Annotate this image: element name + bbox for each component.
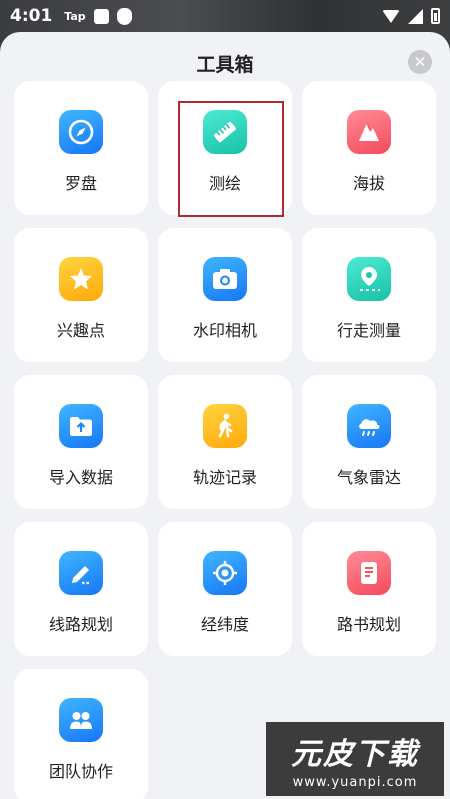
tool-label: 海拔 xyxy=(352,174,385,193)
tool-weather-radar[interactable]: 气象雷达 xyxy=(302,375,436,509)
pencil-icon xyxy=(59,551,103,595)
tool-team-collab[interactable]: 团队协作 xyxy=(14,669,148,799)
wifi-icon xyxy=(382,9,400,23)
rain-cloud-icon xyxy=(347,404,391,448)
tool-walk-measure[interactable]: 行走测量 xyxy=(302,228,436,362)
tool-label: 路书规划 xyxy=(336,615,401,634)
compass-icon xyxy=(59,110,103,154)
tool-import-data[interactable]: 导入数据 xyxy=(14,375,148,509)
walking-person-icon xyxy=(203,404,247,448)
tool-label: 轨迹记录 xyxy=(192,468,257,487)
tool-survey[interactable]: 测绘 xyxy=(158,81,292,217)
close-button[interactable]: ✕ xyxy=(408,50,432,74)
toolbox-sheet: 工具箱 ✕ 罗盘 测绘 海拔 兴趣点 水印相机 行走测量 导入数据 轨迹记录 气… xyxy=(0,32,450,799)
watermark-title: 元皮下载 xyxy=(291,736,419,772)
close-icon: ✕ xyxy=(413,53,427,71)
notification-app-icon xyxy=(93,8,109,24)
tool-label: 团队协作 xyxy=(48,762,113,781)
ruler-icon xyxy=(203,110,247,154)
tool-label: 测绘 xyxy=(208,174,241,193)
camera-icon xyxy=(203,257,247,301)
tool-altitude[interactable]: 海拔 xyxy=(302,81,436,215)
tool-route-plan[interactable]: 线路规划 xyxy=(14,522,148,656)
sheet-title: 工具箱 xyxy=(196,54,254,76)
location-pin-icon xyxy=(347,257,391,301)
tool-poi[interactable]: 兴趣点 xyxy=(14,228,148,362)
mountain-icon xyxy=(347,110,391,154)
team-icon xyxy=(59,698,103,742)
tool-track-record[interactable]: 轨迹记录 xyxy=(158,375,292,509)
tool-label: 兴趣点 xyxy=(56,321,105,340)
tool-roadbook-plan[interactable]: 路书规划 xyxy=(302,522,436,656)
tool-compass[interactable]: 罗盘 xyxy=(14,81,148,215)
battery-icon xyxy=(431,8,440,24)
site-watermark: 元皮下载 www.yuanpi.com xyxy=(266,722,444,796)
tool-watermark-camera[interactable]: 水印相机 xyxy=(158,228,292,362)
tap-app-badge: Tap xyxy=(64,9,86,23)
status-time: 4:01 xyxy=(10,6,53,26)
tool-label: 经纬度 xyxy=(200,615,249,634)
tool-label: 行走测量 xyxy=(336,321,401,340)
tool-grid: 罗盘 测绘 海拔 兴趣点 水印相机 行走测量 导入数据 轨迹记录 气象雷达 线路… xyxy=(14,81,436,799)
watermark-url: www.yuanpi.com xyxy=(292,774,418,790)
tool-label: 线路规划 xyxy=(48,615,113,634)
tool-label: 气象雷达 xyxy=(336,468,401,487)
crosshair-icon xyxy=(203,551,247,595)
tool-label: 罗盘 xyxy=(64,174,97,193)
star-icon xyxy=(59,257,103,301)
tool-label: 导入数据 xyxy=(48,468,113,487)
folder-upload-icon xyxy=(59,404,103,448)
cell-signal-icon xyxy=(408,8,423,24)
shield-icon xyxy=(116,7,132,25)
notebook-icon xyxy=(347,551,391,595)
status-bar: 4:01 Tap xyxy=(0,0,450,32)
tool-label: 水印相机 xyxy=(192,321,257,340)
tool-coordinates[interactable]: 经纬度 xyxy=(158,522,292,656)
